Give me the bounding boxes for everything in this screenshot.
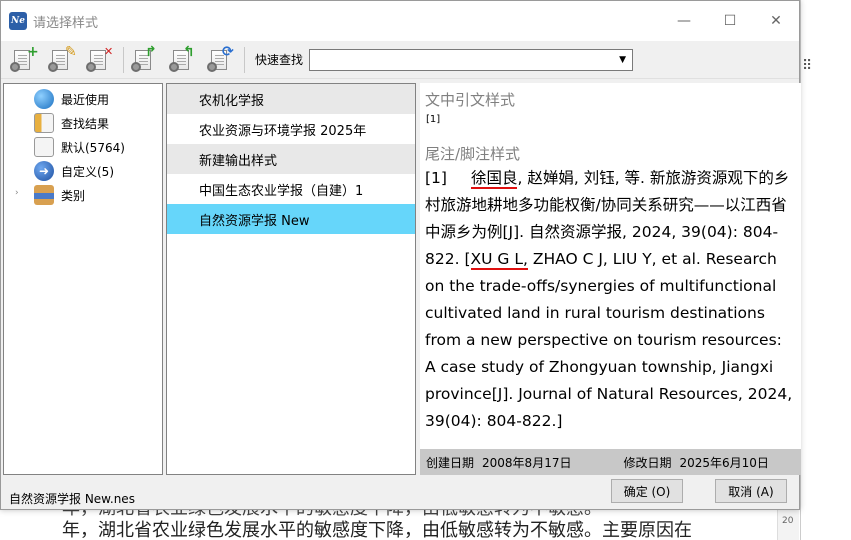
update-style-icon[interactable]: ⟳ bbox=[206, 45, 236, 75]
background-text-line: 年，湖北省农业绿色发展水平的敏感度下降，由低敏感转为不敏感。主要原因在 bbox=[62, 520, 692, 540]
app-icon: Ne bbox=[9, 12, 27, 30]
cancel-button[interactable]: 取消 (A) bbox=[715, 479, 787, 503]
tree-item-category[interactable]: 类别 bbox=[34, 184, 85, 206]
dialog-body: 最近使用 查找结果 默认(5764) ➜ 自定义(5) › 类别 农机化学报 农… bbox=[1, 81, 801, 475]
style-select-dialog: Ne 请选择样式 — ☐ ✕ + ✎ ✕ ↱ ↰ ⟳ 快速查找 ▼ 最近使用 查… bbox=[0, 0, 801, 511]
globe-icon bbox=[34, 89, 54, 109]
style-list-item-selected[interactable]: 自然资源学报 New bbox=[167, 204, 415, 234]
reference-preview-text: [1] 徐国良, 赵婵娟, 刘钰, 等. 新旅游资源观下的乡村旅游地耕地多功能权衡… bbox=[425, 165, 797, 435]
tree-item-search-results[interactable]: 查找结果 bbox=[34, 112, 109, 134]
style-list: 农机化学报 农业资源与环境学报 2025年 新建输出样式 中国生态农业学报（自建… bbox=[166, 83, 416, 475]
maximize-button[interactable]: ☐ bbox=[707, 1, 753, 41]
quick-search-select[interactable]: ▼ bbox=[309, 48, 634, 71]
style-item-label: 农机化学报 bbox=[199, 93, 265, 109]
tree-item-default[interactable]: 默认(5764) bbox=[34, 136, 125, 158]
style-item-label: 自然资源学报 New bbox=[199, 213, 310, 229]
drag-grip-icon[interactable]: ⠿ bbox=[802, 58, 812, 74]
tree-item-label: 类别 bbox=[61, 188, 86, 203]
selected-file-name: 自然资源学报 New.nes bbox=[9, 492, 135, 506]
export-style-icon[interactable]: ↱ bbox=[130, 45, 160, 75]
delete-style-icon[interactable]: ✕ bbox=[85, 45, 115, 75]
tree-item-label: 查找结果 bbox=[61, 116, 110, 131]
toolbar: + ✎ ✕ ↱ ↰ ⟳ 快速查找 ▼ bbox=[1, 41, 799, 79]
tree-item-label: 默认(5764) bbox=[61, 140, 125, 155]
ref-number: [1] bbox=[425, 169, 447, 187]
category-tree: 最近使用 查找结果 默认(5764) ➜ 自定义(5) › 类别 bbox=[3, 83, 163, 475]
close-button[interactable]: ✕ bbox=[753, 1, 799, 41]
minimize-button[interactable]: — bbox=[661, 1, 707, 41]
style-item-label: 中国生态农业学报（自建）1 bbox=[199, 183, 364, 199]
modified-date-label: 修改日期 bbox=[623, 455, 672, 470]
created-date-value: 2008年8月17日 bbox=[482, 455, 572, 470]
toolbar-separator bbox=[123, 46, 124, 73]
import-style-icon[interactable]: ↰ bbox=[168, 45, 198, 75]
citation-style-title: 文中引文样式 bbox=[425, 91, 516, 109]
footnote-style-title: 尾注/脚注样式 bbox=[425, 145, 521, 163]
style-list-item[interactable]: 新建输出样式 bbox=[167, 144, 415, 174]
created-date-label: 创建日期 bbox=[426, 455, 475, 470]
chevron-down-icon[interactable]: ▼ bbox=[619, 55, 626, 65]
ref-author-en: XU G L, bbox=[470, 250, 528, 270]
custom-arrow-icon: ➜ bbox=[34, 161, 54, 181]
default-folder-icon bbox=[34, 137, 54, 157]
ref-body-en: ZHAO C J, LIU Y, et al. Research on the … bbox=[425, 250, 793, 430]
preview-date-bar: 创建日期 2008年8月17日 修改日期 2025年6月10日 bbox=[420, 449, 801, 475]
new-style-icon[interactable]: + bbox=[9, 45, 39, 75]
tree-item-label: 最近使用 bbox=[61, 92, 110, 107]
tree-item-label: 自定义(5) bbox=[61, 164, 114, 179]
modified-date-value: 2025年6月10日 bbox=[679, 455, 769, 470]
style-item-label: 农业资源与环境学报 2025年 bbox=[199, 123, 367, 139]
tree-item-recent[interactable]: 最近使用 bbox=[34, 88, 109, 110]
ruler-tick: 20 bbox=[782, 516, 794, 526]
expand-arrow-icon[interactable]: › bbox=[15, 188, 19, 198]
edit-style-icon[interactable]: ✎ bbox=[47, 45, 77, 75]
style-list-item[interactable]: 农业资源与环境学报 2025年 bbox=[167, 114, 415, 144]
dialog-title: 请选择样式 bbox=[33, 15, 99, 31]
quick-search-label: 快速查找 bbox=[255, 53, 304, 67]
ok-button[interactable]: 确定 (O) bbox=[611, 479, 683, 503]
style-list-item[interactable]: 农机化学报 bbox=[167, 84, 415, 114]
ref-author-cn: 徐国良 bbox=[470, 169, 518, 189]
citation-style-value: [1] bbox=[426, 114, 441, 125]
tree-item-custom[interactable]: ➜ 自定义(5) bbox=[34, 160, 114, 182]
category-icon bbox=[34, 185, 54, 205]
toolbar-separator bbox=[244, 46, 245, 73]
style-list-item[interactable]: 中国生态农业学报（自建）1 bbox=[167, 174, 415, 204]
style-item-label: 新建输出样式 bbox=[199, 153, 278, 169]
style-preview: 文中引文样式 [1] 尾注/脚注样式 [1] 徐国良, 赵婵娟, 刘钰, 等. 新… bbox=[420, 83, 801, 475]
status-bar: 自然资源学报 New.nes 确定 (O) 取消 (A) bbox=[1, 475, 801, 511]
title-bar[interactable]: Ne 请选择样式 — ☐ ✕ bbox=[1, 1, 799, 41]
search-folder-icon bbox=[34, 113, 54, 133]
